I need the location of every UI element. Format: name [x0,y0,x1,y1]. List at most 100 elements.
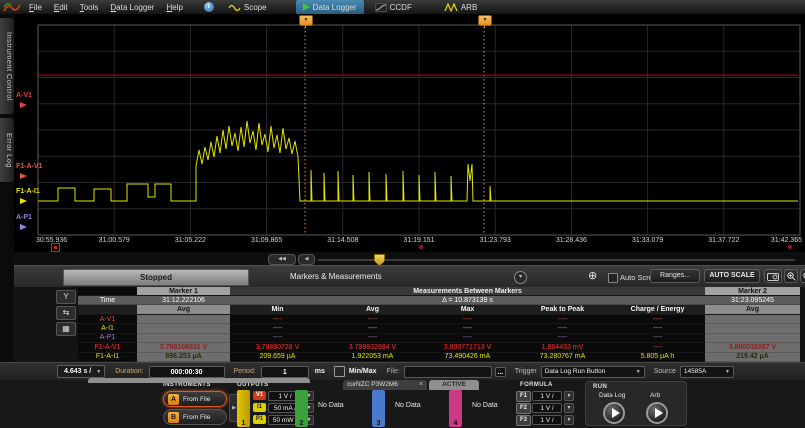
formula-f1-field[interactable]: 1 V / [532,391,562,401]
tool-button-grid-view-icon[interactable]: ▦ [56,322,76,336]
cell-f1-a-v1-avg: 3.799932684 V [325,343,420,352]
marker-flag-2[interactable]: ▼ [478,15,492,26]
channel-marker-a-v1[interactable] [20,102,27,108]
auto-scale-button[interactable]: AUTO SCALE [704,269,760,283]
file-label: File: [387,368,400,375]
formula-f2-dropdown[interactable]: ▼ [564,403,574,413]
cell-a-p1-min: ---- [230,334,325,343]
instrument-b-button[interactable]: B From File [163,409,227,425]
marker1-col-header: Avg [137,305,230,315]
tab-arb[interactable]: ARB [437,0,484,14]
arb-run-button[interactable] [646,402,668,424]
run-panel: RUN Data Log Arb [585,381,687,426]
menu-help[interactable]: Help [166,3,182,12]
file-input[interactable] [404,366,492,378]
period-unit: ms [315,368,325,375]
cell-f1-a-i1-charge: 5.805 µA h [610,353,705,362]
channel-marker-a-p1[interactable] [20,224,27,230]
cell-a-i1-avg: ---- [325,324,420,333]
menu-file[interactable]: File [29,3,42,12]
play-icon [612,408,620,418]
trigger-dropdown[interactable]: Data Log Run Button ▼ [541,366,645,378]
cell-f1-a-v1-min: 3.79890728 V [230,343,325,352]
tab-scope[interactable]: Scope [221,0,274,14]
app-window: File Edit Tools Data Logger Help i Scope Dat… [0,0,805,428]
instrument-a-button[interactable]: A From File [163,391,227,407]
formula-f1-dropdown[interactable]: ▼ [564,391,574,401]
output-4-number: 4 [449,420,462,427]
scroll-back-button[interactable]: ◀ [298,254,315,265]
sidebar-tab-error-log[interactable]: Error Log [0,118,14,182]
cell-a-v1-marker1 [137,315,230,324]
zoom-out-button[interactable] [800,269,805,283]
cell-f1-a-v1-max: 3.800771713 V [420,343,515,352]
tab-ccdf[interactable]: CCDF [368,0,419,14]
tool-button-marker-tool-icon[interactable]: Y [56,290,76,304]
cell-a-p1-avg: ---- [325,334,420,343]
tool-button-markers-pair-icon[interactable]: ⇆ [56,306,76,320]
markers-delta: Δ = 10.873139 s [230,296,705,305]
formula-f2-field[interactable]: 1 V / [532,403,562,413]
scroll-rewind-button[interactable]: ◀◀ [268,254,296,265]
play-icon [655,408,663,418]
output-3-status: No Data [395,402,421,409]
app-logo [3,2,21,13]
output-3-bar[interactable]: 3 [372,390,385,427]
auto-scroll-checkbox[interactable] [608,273,618,283]
formula-f3-field[interactable]: 1 V / [532,415,562,425]
tab-active[interactable]: ACTIVE [429,380,479,390]
cell-f1-a-i1-min: 209.659 µA [230,353,325,362]
output-2-status: No Data [318,402,344,409]
browse-button[interactable]: ... [495,367,506,377]
cell-f1-a-v1-charge: ---- [610,343,705,352]
marker2-title: Marker 2 [705,287,800,296]
tab-file[interactable]: × curNZC P3W2M6 [343,380,427,390]
output-1-number: 1 [237,420,250,427]
ranges-button[interactable]: Ranges... [650,269,700,283]
cell-a-v1-avg: ---- [325,315,420,324]
measurements-grid: Marker 1 Measurements Between Markers Ma… [78,287,800,362]
output-3-number: 3 [372,420,385,427]
output-2-bar[interactable]: 2 [295,390,308,427]
trigger-label: Trigger [515,368,537,375]
output-1-bar[interactable]: 1 [237,390,250,427]
between-markers-title: Measurements Between Markers [230,287,705,296]
panel-dropdown-icon[interactable]: ▾ [514,271,527,284]
marker-flag-1[interactable]: ▼ [299,15,313,26]
menu-data-logger[interactable]: Data Logger [110,3,154,12]
formula-f3-dropdown[interactable]: ▼ [564,415,574,425]
tab-data-logger[interactable]: Data Logger [296,0,364,14]
x-tick-label: 31:00.579 [86,237,142,244]
zoom-in-button[interactable] [784,269,798,283]
datalog-run-button[interactable] [603,402,625,424]
row-label-a-v1: A-V1 [78,315,137,324]
output-2-number: 2 [295,420,308,427]
channel-marker-f1-a-v1[interactable] [20,173,27,179]
menu-edit[interactable]: Edit [54,3,68,12]
period-label: Period: [234,368,256,375]
chart-area[interactable]: ▼▼30:55.93631:00.57931:05.22231:09.86531… [14,14,805,252]
time-scale-dropdown[interactable]: 4.643 s / ▼ [57,365,105,378]
output-4-bar[interactable]: 4 [449,390,462,427]
trigger-indicator [419,245,423,249]
cell-f1-a-i1-marker2: 219.42 µA [705,353,800,362]
info-icon[interactable]: i [197,0,221,14]
pan-tool-icon[interactable]: ⊕ [588,270,597,283]
source-dropdown[interactable]: 14585A ▼ [680,366,734,378]
zoom-in-icon [787,272,796,281]
menu-tools[interactable]: Tools [80,3,99,12]
minmax-checkbox[interactable] [334,366,345,377]
scroll-track[interactable] [318,259,795,261]
channel-marker-f1-a-i1[interactable] [20,198,27,204]
cell-a-i1-min: ---- [230,324,325,333]
period-field[interactable]: 1 [261,366,309,378]
tab-data-logger-label: Data Logger [313,3,357,12]
snapshot-button[interactable] [764,269,782,283]
cell-a-i1-ptp: ---- [515,324,610,333]
source-value: 14585A [684,368,706,375]
close-icon[interactable]: × [419,380,423,390]
camera-icon [767,272,779,281]
cell-a-i1-charge: ---- [610,324,705,333]
duration-field[interactable]: 000:00:30 [149,366,225,378]
sidebar-tab-instrument-control[interactable]: Instrument Control [0,18,14,114]
